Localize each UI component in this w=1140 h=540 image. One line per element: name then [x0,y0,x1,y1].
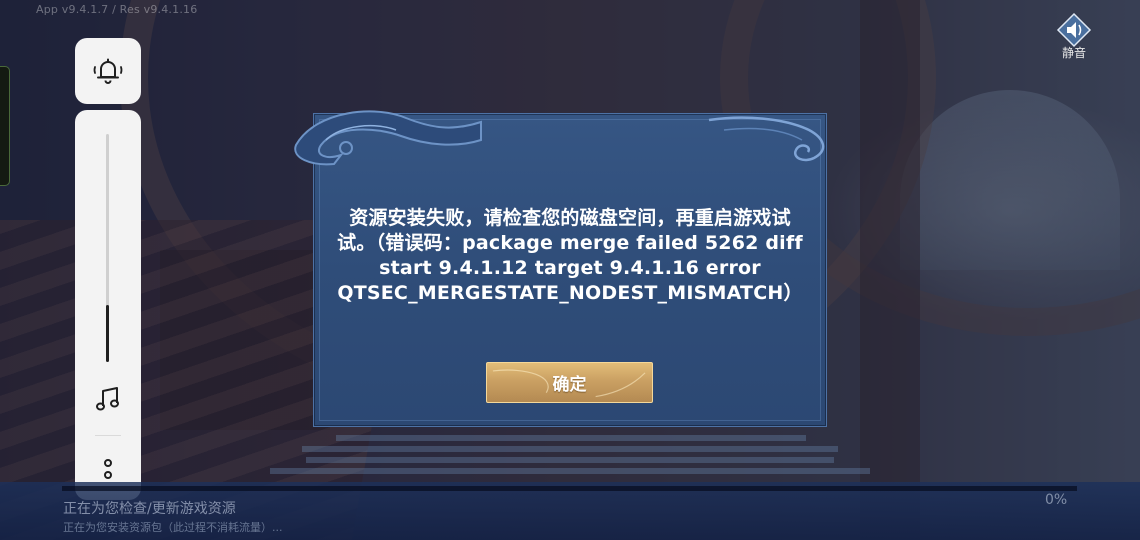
legal-notice [262,433,878,483]
volume-slider[interactable] [106,134,109,362]
more-vertical-icon[interactable] [98,456,118,484]
volume-slider-fill [106,305,109,362]
error-message: 资源安装失败，请检查您的磁盘空间，再重启游戏试试。（错误码：package me… [337,207,803,304]
music-note-icon[interactable] [93,384,123,414]
confirm-button[interactable]: 确定 [486,362,653,403]
status-subtext: 正在为您安装资源包（此过程不消耗流量）... [63,521,283,534]
volume-panel [75,110,141,500]
version-label: App v9.4.1.7 / Res v9.4.1.16 [36,3,198,16]
edge-handle[interactable] [0,66,10,186]
loading-bar: 正在为您检查/更新游戏资源 正在为您安装资源包（此过程不消耗流量）... 0% [0,482,1140,540]
status-text: 正在为您检查/更新游戏资源 [63,501,236,517]
notification-button[interactable] [75,38,141,104]
bell-icon [93,58,123,84]
progress-percent: 0% [1045,492,1068,508]
progress-track [62,486,1077,491]
confirm-button-label: 确定 [552,375,587,395]
legal-notice-lines [270,435,870,474]
panel-divider [95,435,121,436]
dialog-swirl-ornament [708,116,825,162]
dialog-swirl-ornament [294,110,482,166]
mute-label[interactable]: 静音 [1058,44,1090,61]
